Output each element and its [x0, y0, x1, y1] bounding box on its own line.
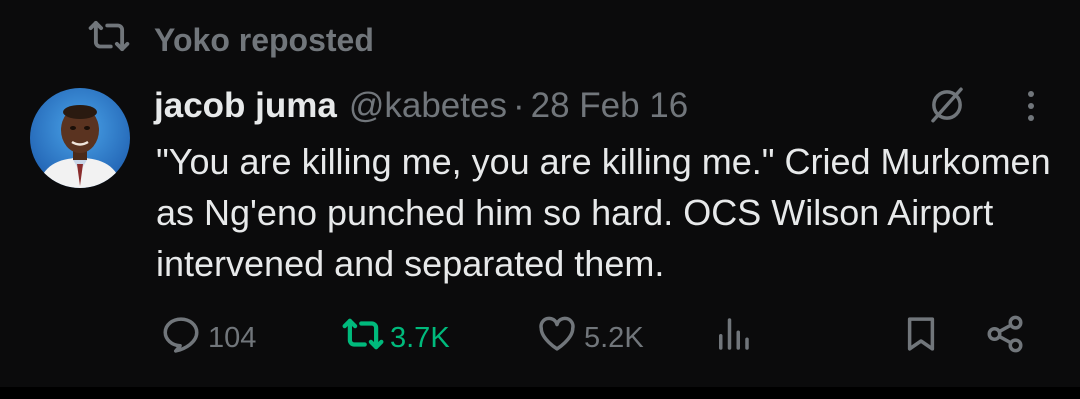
- repost-context[interactable]: Yoko reposted: [88, 18, 374, 62]
- repost-context-label: Yoko reposted: [154, 21, 374, 58]
- views-icon: [712, 313, 754, 363]
- share-button[interactable]: [984, 314, 1026, 362]
- reply-count: 104: [208, 321, 257, 354]
- like-count: 5.2K: [584, 321, 644, 354]
- bottom-border: [0, 387, 1080, 399]
- repost-button[interactable]: 3.7K: [342, 314, 450, 362]
- views-button[interactable]: [712, 314, 754, 362]
- handle[interactable]: @kabetes: [349, 86, 507, 126]
- action-bar: 104 3.7K 5.2K: [0, 314, 1080, 362]
- like-button[interactable]: 5.2K: [536, 314, 644, 362]
- post-header: jacob juma @kabetes · 28 Feb 16: [154, 82, 688, 130]
- reply-icon: [160, 313, 202, 363]
- avatar[interactable]: [30, 88, 130, 188]
- repost-icon: [342, 313, 384, 363]
- more-icon[interactable]: [1016, 86, 1046, 126]
- bookmark-button[interactable]: [900, 314, 942, 362]
- repost-count: 3.7K: [390, 321, 450, 354]
- post-card[interactable]: Yoko reposted jacob juma @kabetes · 28 F…: [0, 0, 1080, 387]
- reply-button[interactable]: 104: [160, 314, 256, 362]
- post-text: "You are killing me, you are killing me.…: [156, 141, 1051, 284]
- separator-dot: ·: [512, 86, 525, 125]
- share-icon: [984, 313, 1026, 363]
- display-name[interactable]: jacob juma: [154, 86, 337, 126]
- repost-icon: [88, 15, 130, 65]
- like-icon: [536, 313, 578, 363]
- bookmark-icon: [900, 313, 942, 363]
- grok-icon[interactable]: [926, 84, 968, 126]
- post-date[interactable]: 28 Feb 16: [531, 86, 689, 126]
